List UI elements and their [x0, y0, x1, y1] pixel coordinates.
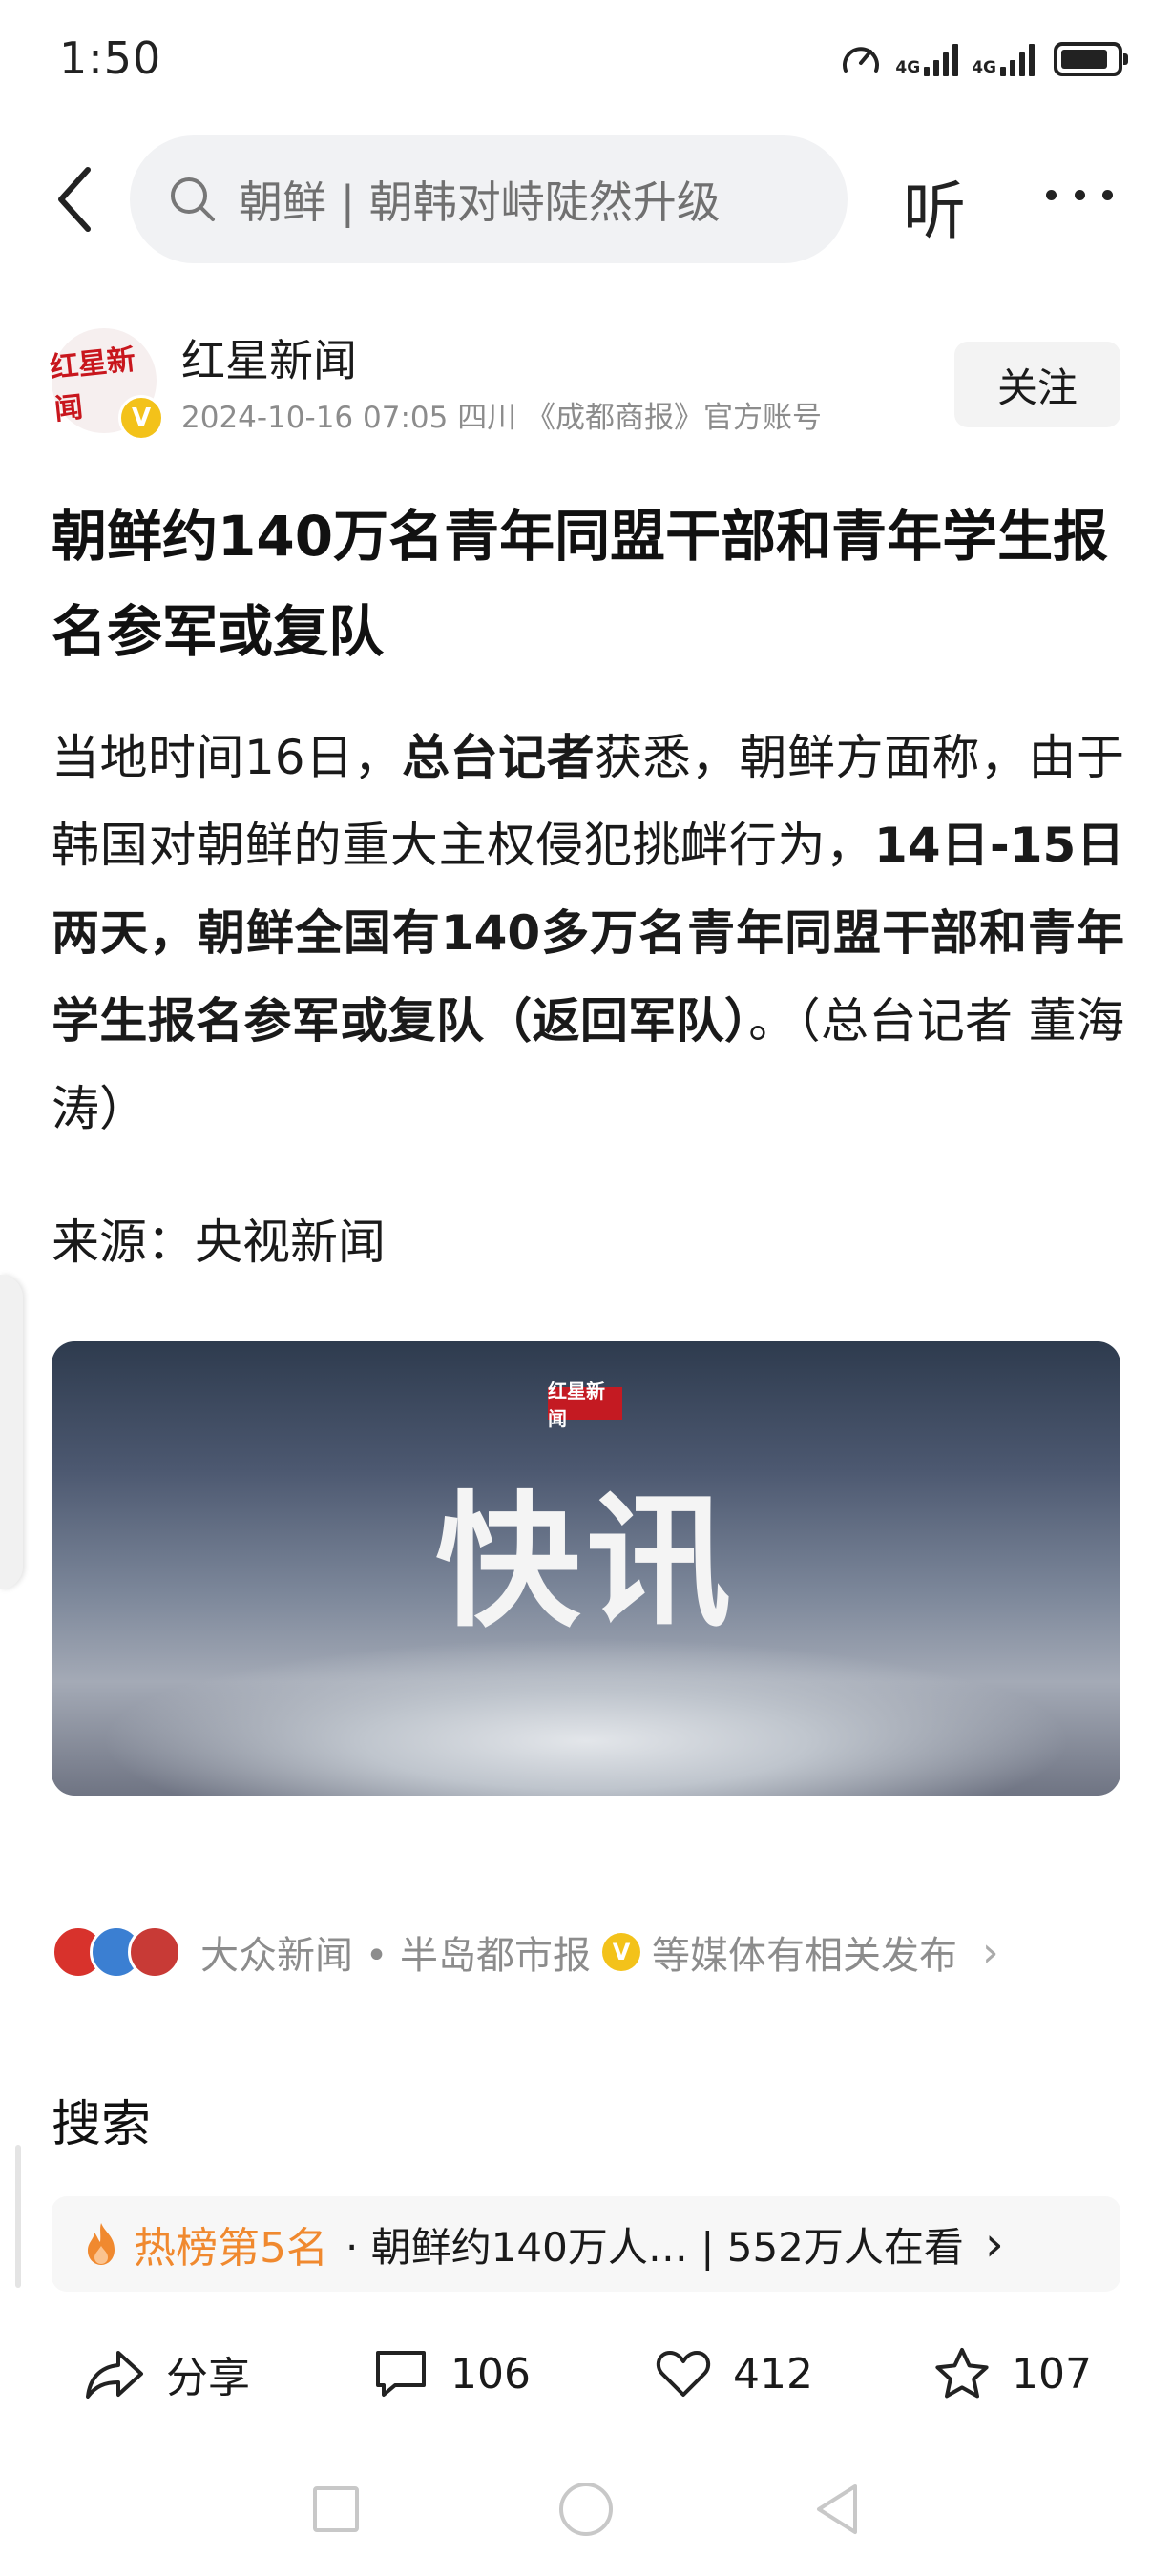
hot-topic-text: · 朝鲜约140万人… | 552万人在看	[345, 2223, 964, 2271]
verified-badge-icon: V	[118, 395, 164, 441]
comment-icon	[376, 2351, 426, 2397]
follow-button[interactable]: 关注	[954, 342, 1120, 427]
status-time: 1:50	[59, 32, 162, 84]
flame-icon	[88, 2223, 115, 2265]
related-media-suffix: 等媒体有相关发布	[652, 1934, 958, 1978]
author-name[interactable]: 红星新闻	[181, 326, 357, 389]
side-edge-handle[interactable]	[0, 1275, 23, 1589]
verified-badge-icon: V	[602, 1933, 641, 1971]
share-button[interactable]: 分享	[84, 2336, 250, 2412]
related-media-row[interactable]: 大众新闻 • 半岛都市报 V 等媒体有相关发布 ›	[52, 1923, 999, 1981]
chevron-right-icon: ›	[984, 2216, 1004, 2272]
signal-icon-1: 4G	[895, 42, 959, 76]
favorite-count: 107	[1012, 2349, 1092, 2399]
heart-icon	[656, 2351, 711, 2397]
search-icon	[171, 177, 215, 221]
more-options-button[interactable]	[1046, 176, 1113, 214]
body-text: 当地时间16日，	[52, 730, 403, 785]
article-body: 当地时间16日，总台记者获悉，朝鲜方面称，由于韩国对朝鲜的重大主权侵犯挑衅行为，…	[52, 714, 1124, 1153]
comment-count: 106	[450, 2349, 531, 2399]
author-meta: 2024-10-16 07:05 四川 《成都商报》官方账号	[181, 401, 823, 435]
media-logo-icon	[128, 1925, 181, 1979]
article-title: 朝鲜约140万名青年同盟干部和青年学生报名参军或复队	[52, 504, 1109, 664]
nav-recents-button[interactable]	[313, 2486, 359, 2532]
search-query: 朝鲜 | 朝韩对峙陡然升级	[239, 177, 721, 228]
search-bar[interactable]: 朝鲜 | 朝韩对峙陡然升级	[130, 135, 848, 263]
body-bold-text: 总台记者	[402, 730, 596, 785]
battery-icon	[1054, 42, 1128, 76]
share-label: 分享	[166, 2354, 250, 2402]
hot-list-item[interactable]: 热榜第5名 · 朝鲜约140万人… | 552万人在看 ›	[52, 2196, 1120, 2292]
chevron-right-icon: ›	[982, 1927, 999, 1977]
related-media-text: 大众新闻 • 半岛都市报 V 等媒体有相关发布 ›	[200, 1924, 999, 1980]
back-button[interactable]	[46, 156, 103, 242]
like-count: 412	[733, 2349, 813, 2399]
favorite-button[interactable]: 107	[933, 2336, 1092, 2412]
image-logo: 红星新闻	[548, 1380, 622, 1430]
signal-icon-2: 4G	[972, 42, 1035, 76]
article-source: 来源：央视新闻	[52, 1215, 386, 1270]
share-icon	[86, 2351, 143, 2399]
scroll-indicator	[15, 2145, 21, 2288]
dot-icon	[1074, 189, 1085, 200]
comment-button[interactable]: 106	[372, 2336, 531, 2412]
chevron-left-icon	[58, 167, 91, 232]
related-media-names: 大众新闻 • 半岛都市报	[200, 1934, 592, 1978]
status-icons: 4G 4G	[840, 36, 1128, 82]
image-headline: 快讯	[435, 1478, 737, 1647]
dot-icon	[1046, 189, 1057, 200]
news-image[interactable]: 红星新闻 快讯	[52, 1341, 1120, 1796]
nav-back-button[interactable]	[813, 2481, 861, 2538]
gauge-icon	[843, 47, 880, 73]
listen-button[interactable]: 听	[903, 160, 966, 252]
like-button[interactable]: 412	[655, 2336, 813, 2412]
search-section-title: 搜索	[52, 2096, 152, 2153]
hot-rank: 热榜第5名	[134, 2224, 328, 2273]
star-icon	[935, 2348, 989, 2399]
nav-home-button[interactable]	[559, 2483, 613, 2536]
dot-icon	[1102, 189, 1113, 200]
